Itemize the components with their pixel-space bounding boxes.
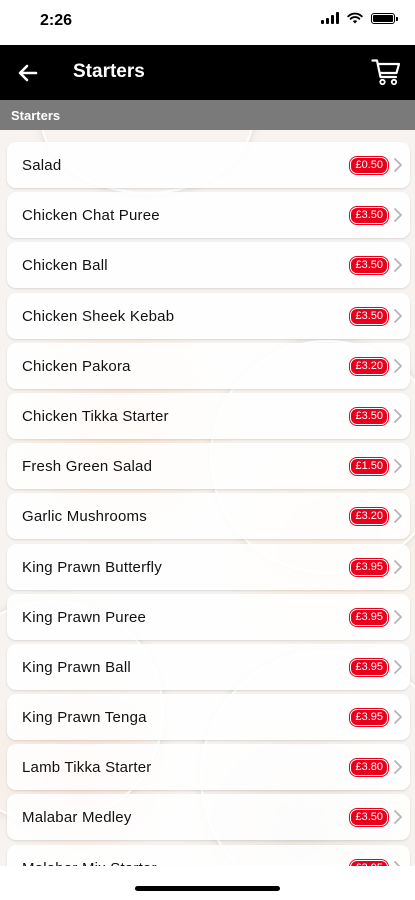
menu-item-name: King Prawn Tenga bbox=[22, 709, 147, 727]
menu-item[interactable]: Chicken Pakora £3.20 bbox=[7, 342, 410, 389]
menu-item-name: Lamb Tikka Starter bbox=[22, 759, 152, 777]
menu-item-name: Malabar Medley bbox=[22, 809, 132, 827]
section-label: Starters bbox=[11, 108, 61, 123]
menu-item[interactable]: Lamb Tikka Starter £3.80 bbox=[7, 744, 410, 791]
chevron-right-icon bbox=[394, 409, 402, 423]
battery-icon bbox=[371, 12, 398, 24]
menu-item-name: Chicken Tikka Starter bbox=[22, 407, 169, 425]
menu-item-name: King Prawn Butterfly bbox=[22, 558, 162, 576]
price-badge: £3.80 bbox=[350, 759, 388, 777]
screen: 2:26 Starters Starters Salad £0.50 Chick… bbox=[0, 0, 415, 900]
menu-item[interactable]: Malabar Medley £3.50 bbox=[7, 794, 410, 841]
menu-item-name: Chicken Chat Puree bbox=[22, 207, 160, 225]
menu-item-name: Salad bbox=[22, 157, 62, 174]
menu-item-name: Chicken Ball bbox=[22, 257, 108, 275]
app-header: Starters bbox=[0, 45, 415, 100]
price-badge: £3.95 bbox=[350, 658, 388, 676]
menu-item-name: Garlic Mushrooms bbox=[22, 508, 147, 526]
chevron-right-icon bbox=[394, 158, 402, 172]
chevron-right-icon bbox=[394, 659, 402, 674]
menu-item-name: King Prawn Puree bbox=[22, 608, 147, 626]
status-icons bbox=[321, 12, 398, 24]
menu-item[interactable]: King Prawn Tenga £3.95 bbox=[7, 694, 410, 741]
arrow-left-icon bbox=[18, 64, 38, 82]
menu-item[interactable]: Salad £0.50 bbox=[7, 142, 410, 188]
price-badge: £3.20 bbox=[350, 508, 388, 526]
price-badge: £3.95 bbox=[350, 558, 388, 576]
price-badge: £3.20 bbox=[350, 357, 388, 375]
menu-item-name: Fresh Green Salad bbox=[22, 458, 153, 476]
price-badge: £3.95 bbox=[350, 608, 388, 626]
menu-item[interactable]: King Prawn Puree £3.95 bbox=[7, 593, 410, 640]
menu-item-name: Chicken Sheek Kebab bbox=[22, 307, 175, 325]
wifi-icon bbox=[347, 12, 363, 24]
chevron-right-icon bbox=[394, 559, 402, 574]
menu-item[interactable]: Chicken Chat Puree £3.50 bbox=[7, 192, 410, 239]
price-badge: £0.50 bbox=[350, 157, 388, 174]
cart-icon bbox=[371, 59, 401, 86]
menu-item[interactable]: Chicken Sheek Kebab £3.50 bbox=[7, 292, 410, 339]
chevron-right-icon bbox=[394, 208, 402, 223]
home-indicator[interactable] bbox=[135, 886, 280, 891]
chevron-right-icon bbox=[394, 810, 402, 825]
chevron-right-icon bbox=[394, 358, 402, 373]
menu-item[interactable]: King Prawn Butterfly £3.95 bbox=[7, 543, 410, 590]
chevron-right-icon bbox=[394, 760, 402, 775]
menu-item[interactable]: Chicken Tikka Starter £3.50 bbox=[7, 392, 410, 439]
section-header: Starters bbox=[0, 100, 415, 130]
chevron-right-icon bbox=[394, 710, 402, 724]
menu-item-name: Chicken Pakora bbox=[22, 357, 131, 375]
chevron-right-icon bbox=[394, 258, 402, 273]
menu-item[interactable]: King Prawn Ball £3.95 bbox=[7, 643, 410, 690]
signal-icon bbox=[321, 12, 339, 24]
price-badge: £3.50 bbox=[350, 257, 388, 275]
chevron-right-icon bbox=[394, 459, 402, 474]
chevron-right-icon bbox=[394, 609, 402, 624]
page-title: Starters bbox=[73, 61, 145, 82]
menu-item[interactable]: Chicken Ball £3.50 bbox=[7, 242, 410, 289]
price-badge: £1.50 bbox=[350, 458, 388, 476]
menu-list: Salad £0.50 Chicken Chat Puree £3.50 Chicken… bbox=[7, 142, 410, 895]
price-badge: £3.95 bbox=[350, 709, 388, 727]
menu-item[interactable]: Garlic Mushrooms £3.20 bbox=[7, 493, 410, 540]
bottom-bar bbox=[0, 866, 415, 900]
menu-item-name: King Prawn Ball bbox=[22, 658, 131, 676]
cart-button[interactable] bbox=[369, 56, 403, 88]
menu-item[interactable]: Fresh Green Salad £1.50 bbox=[7, 443, 410, 490]
price-badge: £3.50 bbox=[350, 207, 388, 225]
price-badge: £3.50 bbox=[350, 407, 388, 425]
chevron-right-icon bbox=[394, 509, 402, 524]
status-bar: 2:26 bbox=[0, 0, 415, 45]
back-button[interactable] bbox=[14, 59, 42, 87]
status-time: 2:26 bbox=[40, 12, 73, 29]
price-badge: £3.50 bbox=[350, 307, 388, 325]
price-badge: £3.50 bbox=[350, 809, 388, 827]
chevron-right-icon bbox=[394, 308, 402, 323]
